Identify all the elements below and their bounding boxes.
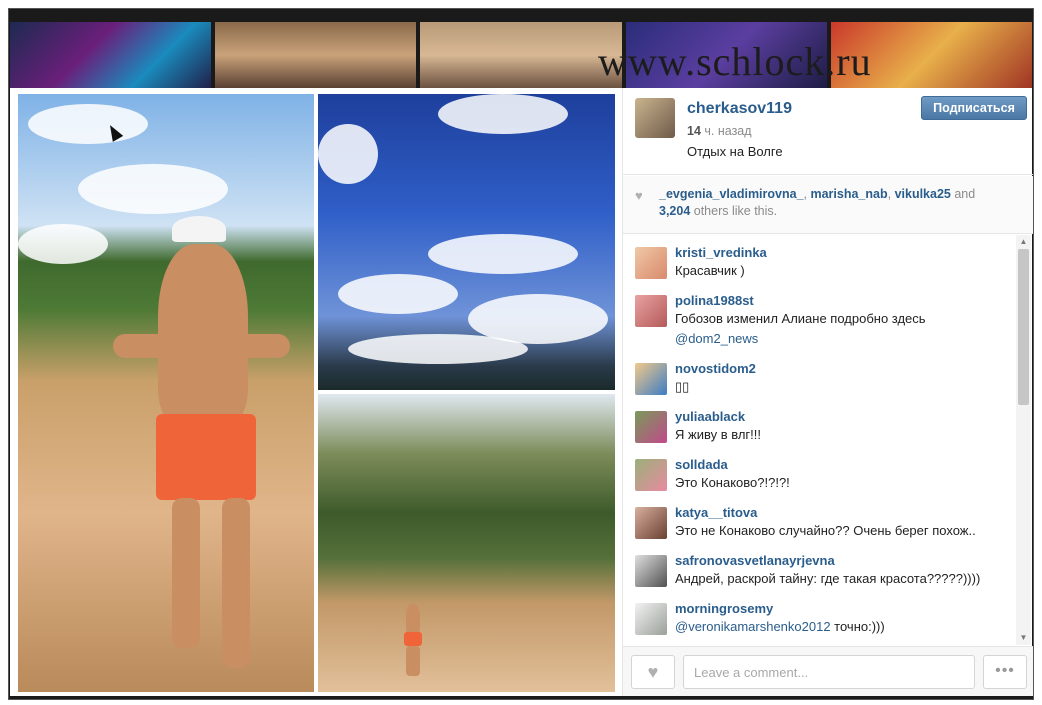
cloud [438, 94, 568, 134]
person-arm [230, 334, 290, 358]
comment-item: morningrosemy @veronikamarshenko2012 точ… [635, 601, 1015, 645]
liker-link[interactable]: _evgenia_vladimirovna_ [659, 187, 804, 201]
like-button[interactable]: ♥ [631, 655, 675, 689]
commenter-username[interactable]: safronovasvetlanayrjevna [675, 553, 835, 568]
comment-item: yuliaablack Я живу в влг!!! [635, 409, 1015, 453]
likes-count[interactable]: 3,204 [659, 204, 690, 218]
mention-link[interactable]: @veronikamarshenko2012 [675, 619, 831, 634]
likes-suffix: others like this. [690, 204, 778, 218]
commenter-username[interactable]: solldada [675, 457, 728, 472]
background-feed-strip [10, 22, 1033, 88]
post-modal: cherkasov119 14 ч. назад Отдых на Волге … [10, 88, 1033, 696]
cloud [428, 234, 578, 274]
commenter-avatar[interactable] [635, 459, 667, 491]
likes-section: ♥ _evgenia_vladimirovna_, marisha_nab, v… [623, 176, 1033, 234]
commenter-username[interactable]: yuliaablack [675, 409, 745, 424]
commenter-username[interactable]: polina1988st [675, 293, 754, 308]
comment-tag-link[interactable]: @dom2_news [675, 331, 758, 346]
commenter-username[interactable]: novostidom2 [675, 361, 756, 376]
scrollbar-thumb[interactable] [1018, 249, 1029, 405]
likes-text: _evgenia_vladimirovna_, marisha_nab, vik… [659, 186, 1019, 220]
post-username[interactable]: cherkasov119 [687, 100, 792, 118]
orange-shorts [156, 414, 256, 500]
comment-text: @veronikamarshenko2012 точно:))) [675, 619, 885, 634]
comment-item: safronovasvetlanayrjevna Андрей, раскрой… [635, 553, 1015, 597]
hat [172, 216, 226, 242]
comment-item: katya__titova Это не Конаково случайно??… [635, 505, 1015, 549]
scroll-down-arrow-icon[interactable]: ▼ [1016, 631, 1031, 645]
comment-text: Андрей, раскрой тайну: где такая красота… [675, 571, 981, 586]
commenter-avatar[interactable] [635, 247, 667, 279]
liker-link[interactable]: marisha_nab [810, 187, 887, 201]
cloud [318, 124, 378, 184]
post-time: 14 ч. назад [687, 124, 752, 138]
photo-sky [318, 94, 615, 390]
commenter-avatar[interactable] [635, 603, 667, 635]
comment-text: Я живу в влг!!! [675, 427, 761, 442]
orange-shorts [404, 632, 422, 646]
liker-link[interactable]: vikulka25 [895, 187, 951, 201]
more-options-button[interactable]: ••• [983, 655, 1027, 689]
person-arm [113, 334, 173, 358]
commenter-username[interactable]: kristi_vredinka [675, 245, 767, 260]
comment-text: Это Конаково?!?!?! [675, 475, 790, 490]
background-tile [215, 22, 417, 88]
avatar[interactable] [635, 98, 675, 138]
comment-input[interactable] [683, 655, 975, 689]
commenter-avatar[interactable] [635, 507, 667, 539]
follow-button[interactable]: Подписаться [921, 96, 1027, 120]
comment-text: Гобозов изменил Алиане подробно здесь [675, 311, 926, 326]
comment-item: novostidom2 ▯▯ [635, 361, 1015, 405]
scroll-up-arrow-icon[interactable]: ▲ [1016, 235, 1031, 249]
cloud [78, 164, 228, 214]
comment-text: Это не Конаково случайно?? Очень берег п… [675, 523, 976, 538]
cloud [348, 334, 528, 364]
commenter-username[interactable]: katya__titova [675, 505, 757, 520]
time-unit: ч. назад [704, 124, 752, 138]
and-text: and [950, 187, 976, 201]
heart-icon: ♥ [635, 188, 643, 203]
cloud [338, 274, 458, 314]
commenter-avatar[interactable] [635, 295, 667, 327]
cloud [18, 224, 108, 264]
background-tile [420, 22, 622, 88]
photo-forest-beach [318, 394, 615, 692]
comment-text: ▯▯ [675, 379, 690, 394]
commenter-avatar[interactable] [635, 555, 667, 587]
person-torso [158, 244, 248, 424]
comments-scrollbar[interactable]: ▲ ▼ [1016, 235, 1031, 645]
comment-item: solldada Это Конаково?!?!?! [635, 457, 1015, 501]
photo-man-on-beach [18, 94, 314, 692]
background-tile [10, 22, 212, 88]
person-leg [172, 498, 200, 648]
person-torso [406, 604, 420, 634]
time-value: 14 [687, 124, 701, 138]
post-caption: Отдых на Волге [687, 144, 783, 159]
comment-item: kristi_vredinka Красавчик ) [635, 245, 1015, 289]
post-header: cherkasov119 14 ч. назад Отдых на Волге … [623, 88, 1033, 175]
commenter-avatar[interactable] [635, 411, 667, 443]
post-sidebar: cherkasov119 14 ч. назад Отдых на Волге … [622, 88, 1033, 696]
person-legs [406, 646, 420, 676]
commenter-username[interactable]: morningrosemy [675, 601, 773, 616]
person-leg [222, 498, 250, 668]
comment-text-rest: точно:))) [830, 619, 885, 634]
photo-collage[interactable] [18, 94, 615, 692]
commenter-avatar[interactable] [635, 363, 667, 395]
comment-text: Красавчик ) [675, 263, 745, 278]
comment-item: polina1988st Гобозов изменил Алиане подр… [635, 293, 1015, 353]
comment-footer: ♥ ••• [623, 646, 1033, 696]
watermark: www.schlock.ru [598, 39, 872, 84]
separator: , [887, 187, 895, 201]
cloud [28, 104, 148, 144]
comments-list[interactable]: kristi_vredinka Красавчик ) polina1988st… [623, 235, 1033, 645]
heart-icon: ♥ [647, 662, 659, 682]
